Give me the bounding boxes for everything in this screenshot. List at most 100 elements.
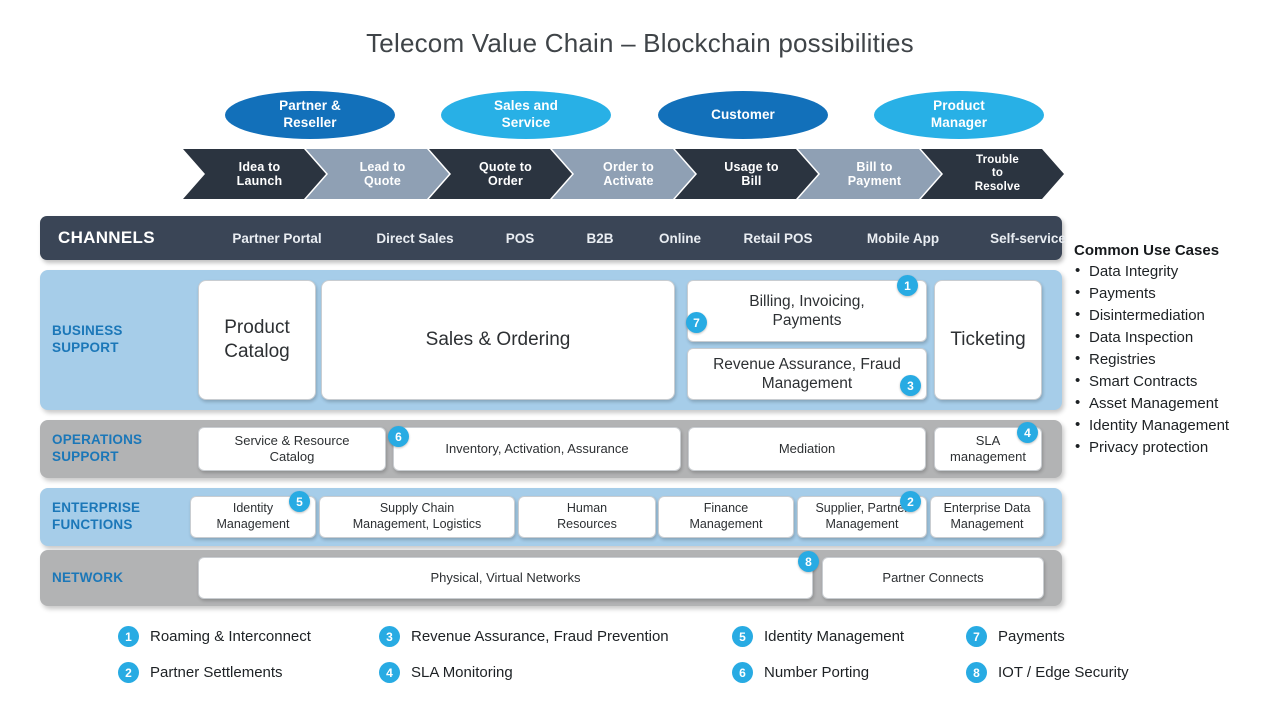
stage-label-line2: Payment bbox=[847, 174, 902, 188]
box-human-resources[interactable]: Human Resources bbox=[518, 496, 656, 538]
legend-label-7: Payments bbox=[998, 628, 1065, 645]
stage-label-line1: Bill to bbox=[856, 159, 893, 174]
layer-label-enterprise-functions: ENTERPRISE FUNCTIONS bbox=[52, 500, 141, 532]
actor-label-line1: Sales and bbox=[494, 98, 558, 114]
legend-badge-4: 4 bbox=[379, 662, 400, 683]
legend-badge-3: 3 bbox=[379, 626, 400, 647]
process-stage-lead-to-quote: Lead to Quote bbox=[306, 149, 449, 199]
actor-label-line2: Reseller bbox=[283, 115, 337, 130]
stage-label-line2: Bill bbox=[741, 174, 762, 188]
process-stage-usage-to-bill: Usage to Bill bbox=[675, 149, 818, 199]
actor-label-line1: Partner & bbox=[279, 98, 341, 114]
use-case-item: Disintermediation bbox=[1074, 304, 1274, 327]
box-finance-management[interactable]: Finance Management bbox=[658, 496, 794, 538]
badge-6-inventory[interactable]: 6 bbox=[388, 426, 409, 447]
box-product-catalog[interactable]: Product Catalog bbox=[198, 280, 316, 400]
legend-badge-7: 7 bbox=[966, 626, 987, 647]
stage-label-line2: Launch bbox=[236, 174, 283, 188]
actor-ellipse-product-manager: Product Manager bbox=[874, 91, 1044, 139]
common-use-cases-panel: Common Use Cases Data Integrity Payments… bbox=[1074, 242, 1274, 459]
page-title: Telecom Value Chain – Blockchain possibi… bbox=[366, 28, 914, 58]
badge-3-revenue-assurance[interactable]: 3 bbox=[900, 375, 921, 396]
layer-label-network: NETWORK bbox=[52, 569, 124, 585]
legend-label-4: SLA Monitoring bbox=[411, 664, 513, 681]
stage-label-line3: Resolve bbox=[974, 180, 1021, 193]
slide-canvas: Telecom Value Chain – Blockchain possibi… bbox=[0, 0, 1280, 720]
actor-label-line2: Manager bbox=[930, 115, 988, 130]
channel-item-partner-portal[interactable]: Partner Portal bbox=[203, 216, 351, 260]
channel-item-retail-pos[interactable]: Retail POS bbox=[708, 216, 848, 260]
layer-network: NETWORK Physical, Virtual Networks 8 Par… bbox=[40, 550, 1062, 606]
box-inventory-activation-assurance[interactable]: Inventory, Activation, Assurance bbox=[393, 427, 681, 471]
box-ticketing[interactable]: Ticketing bbox=[934, 280, 1042, 400]
box-supply-chain-management[interactable]: Supply Chain Management, Logistics bbox=[319, 496, 515, 538]
badge-1-billing[interactable]: 1 bbox=[897, 275, 918, 296]
legend-label-1: Roaming & Interconnect bbox=[150, 628, 311, 645]
box-revenue-assurance-fraud-management[interactable]: Revenue Assurance, Fraud Management bbox=[687, 348, 927, 400]
layer-operations-support: OPERATIONS SUPPORT Service & Resource Cat… bbox=[40, 420, 1062, 478]
layer-business-support: BUSINESS SUPPORT Product Catalog Sales & … bbox=[40, 270, 1062, 410]
channels-bar: CHANNELS Partner Portal Direct Sales POS… bbox=[40, 216, 1066, 260]
legend-badge-5: 5 bbox=[732, 626, 753, 647]
stage-label-line1: Idea to bbox=[238, 159, 281, 174]
channel-item-direct-sales[interactable]: Direct Sales bbox=[345, 216, 485, 260]
use-cases-title: Common Use Cases bbox=[1074, 242, 1220, 259]
legend-item-2: 2 Partner Settlements bbox=[118, 662, 283, 683]
use-case-item: Smart Contracts bbox=[1074, 370, 1274, 393]
actor-ellipse-sales-and-service: Sales and Service bbox=[441, 91, 611, 139]
legend-label-6: Number Porting bbox=[764, 664, 870, 681]
stage-label-line2: to bbox=[991, 167, 1004, 180]
badge-2-supplier-partner[interactable]: 2 bbox=[900, 491, 921, 512]
use-cases-list: Data Integrity Payments Disintermediatio… bbox=[1074, 260, 1274, 459]
actor-ellipse-customer: Customer bbox=[658, 91, 828, 139]
actor-label-line2: Service bbox=[501, 115, 551, 130]
legend-item-3: 3 Revenue Assurance, Fraud Prevention bbox=[379, 626, 669, 647]
legend-item-4: 4 SLA Monitoring bbox=[379, 662, 513, 683]
legend-badge-8: 8 bbox=[966, 662, 987, 683]
legend: 1 Roaming & Interconnect 2 Partner Settl… bbox=[0, 622, 1280, 702]
use-case-item: Identity Management bbox=[1074, 414, 1274, 437]
legend-label-8: IOT / Edge Security bbox=[998, 664, 1129, 681]
stage-label-line2: Activate bbox=[603, 174, 654, 188]
process-stage-bill-to-payment: Bill to Payment bbox=[798, 149, 941, 199]
use-case-item: Asset Management bbox=[1074, 392, 1274, 415]
stage-label-line1: Lead to bbox=[359, 159, 406, 174]
legend-label-2: Partner Settlements bbox=[150, 664, 283, 681]
stage-label-line2: Order bbox=[487, 174, 524, 188]
legend-item-5: 5 Identity Management bbox=[732, 626, 904, 647]
layer-enterprise-functions: ENTERPRISE FUNCTIONS Identity Management … bbox=[40, 488, 1062, 546]
legend-badge-6: 6 bbox=[732, 662, 753, 683]
use-case-item: Privacy protection bbox=[1074, 436, 1274, 459]
box-sales-and-ordering[interactable]: Sales & Ordering bbox=[321, 280, 675, 400]
stage-label-line2: Quote bbox=[363, 174, 402, 188]
badge-4-sla-management[interactable]: 4 bbox=[1017, 422, 1038, 443]
actor-label-line1: Product bbox=[933, 98, 985, 114]
legend-label-5: Identity Management bbox=[764, 628, 905, 645]
channels-title: CHANNELS bbox=[58, 228, 155, 247]
badge-8-physical-virtual-networks[interactable]: 8 bbox=[798, 551, 819, 572]
box-service-resource-catalog[interactable]: Service & Resource Catalog bbox=[198, 427, 386, 471]
badge-7-billing[interactable]: 7 bbox=[686, 312, 707, 333]
use-case-item: Payments bbox=[1074, 282, 1274, 305]
actor-ellipse-partner-reseller: Partner & Reseller bbox=[225, 91, 395, 139]
actor-label-line1: Customer bbox=[711, 106, 775, 122]
stage-label-line1: Quote to bbox=[479, 159, 532, 174]
process-stage-trouble-to-resolve: Trouble to Resolve bbox=[921, 149, 1064, 199]
badge-5-identity-management[interactable]: 5 bbox=[289, 491, 310, 512]
box-physical-virtual-networks[interactable]: Physical, Virtual Networks bbox=[198, 557, 813, 599]
process-stage-idea-to-launch: Idea to Launch bbox=[183, 149, 326, 199]
legend-badge-1: 1 bbox=[118, 626, 139, 647]
box-mediation[interactable]: Mediation bbox=[688, 427, 926, 471]
box-enterprise-data-management[interactable]: Enterprise Data Management bbox=[930, 496, 1044, 538]
use-case-item: Data Integrity bbox=[1074, 260, 1274, 283]
use-case-item: Data Inspection bbox=[1074, 326, 1274, 349]
use-case-item: Registries bbox=[1074, 348, 1274, 371]
legend-item-8: 8 IOT / Edge Security bbox=[966, 662, 1129, 683]
legend-label-3: Revenue Assurance, Fraud Prevention bbox=[411, 628, 669, 645]
legend-item-7: 7 Payments bbox=[966, 626, 1065, 647]
stage-label-line1: Trouble bbox=[976, 154, 1019, 167]
box-partner-connects[interactable]: Partner Connects bbox=[822, 557, 1044, 599]
legend-item-1: 1 Roaming & Interconnect bbox=[118, 626, 311, 647]
box-billing-invoicing-payments[interactable]: Billing, Invoicing, Payments bbox=[687, 280, 927, 342]
process-stage-quote-to-order: Quote to Order bbox=[429, 149, 572, 199]
